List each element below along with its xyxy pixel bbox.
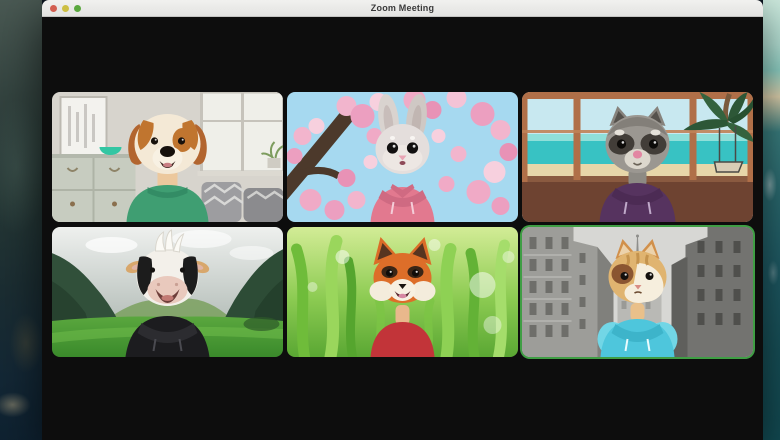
desktop-wallpaper-right (763, 0, 780, 440)
video-tile-rabbit[interactable] (287, 92, 518, 222)
screen: Zoom Meeting (0, 0, 780, 440)
close-button[interactable] (50, 5, 57, 12)
video-gallery-grid (52, 92, 753, 357)
fox-avatar (370, 237, 436, 357)
zoom-meeting-window: Zoom Meeting (42, 0, 763, 440)
window-title: Zoom Meeting (42, 0, 763, 17)
meeting-content-area (42, 17, 763, 440)
traffic-lights (50, 5, 81, 12)
video-tile-raccoon[interactable] (522, 92, 753, 222)
video-tile-cat[interactable] (522, 227, 753, 357)
video-tile-fox[interactable] (287, 227, 518, 357)
video-tile-cow[interactable] (52, 227, 283, 357)
video-tile-dog[interactable] (52, 92, 283, 222)
desktop-wallpaper-left (0, 0, 42, 440)
window-titlebar[interactable]: Zoom Meeting (42, 0, 763, 17)
fullscreen-button[interactable] (74, 5, 81, 12)
minimize-button[interactable] (62, 5, 69, 12)
